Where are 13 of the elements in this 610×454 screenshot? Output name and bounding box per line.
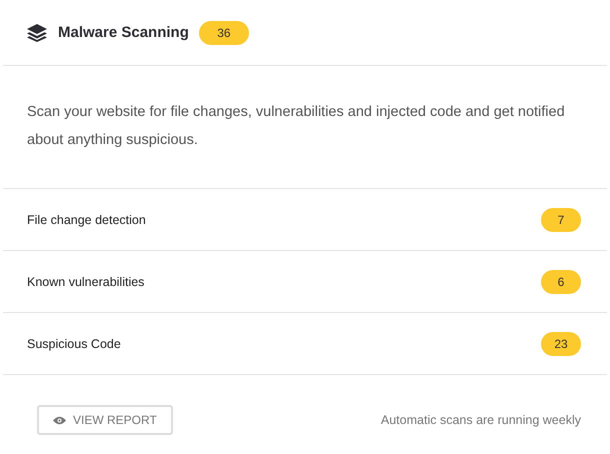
description: Scan your website for file changes, vulnerabilities and injected code and get notified about anything suspicious. <box>3 66 607 189</box>
view-report-button[interactable]: VIEW REPORT <box>37 405 173 435</box>
row-label: Suspicious Code <box>27 336 121 350</box>
card-title: Malware Scanning <box>58 24 189 41</box>
schedule-note: Automatic scans are running weekly <box>380 413 581 427</box>
row-label: File change detection <box>27 212 146 226</box>
row-label: Known vulnerabilities <box>27 274 144 288</box>
count-badge: 7 <box>541 208 581 232</box>
layers-icon <box>27 24 47 42</box>
eye-icon <box>53 416 66 424</box>
count-badge: 6 <box>541 270 581 294</box>
count-badge: 36 <box>198 20 249 44</box>
count-badge: 23 <box>541 332 581 356</box>
